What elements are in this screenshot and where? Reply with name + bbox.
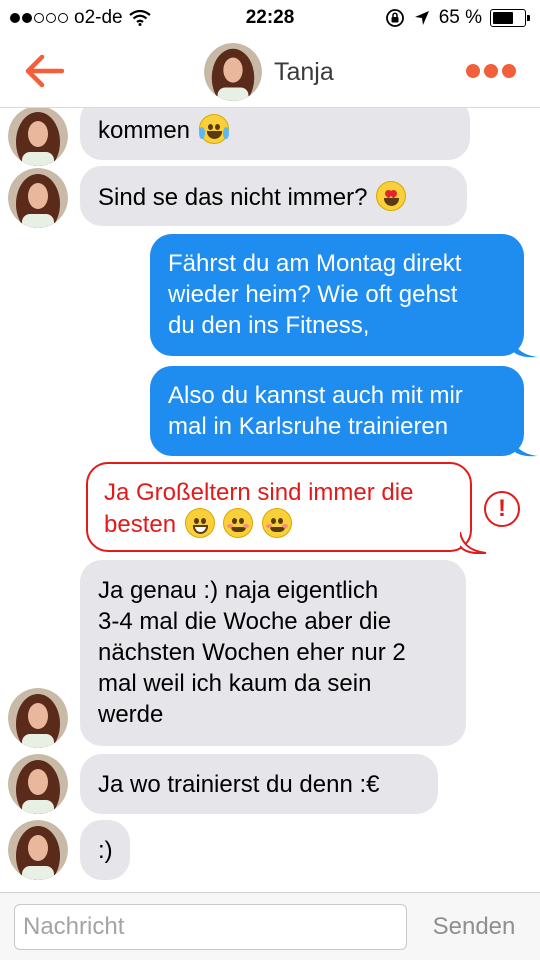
emoji-tear [198,127,205,139]
bubble-tail [512,336,538,358]
message-line: Also du kannst auch mit mir [168,382,463,409]
blush-emoji-icon [223,508,254,538]
message-bubble-incoming[interactable]: Sind se das nicht immer? [80,166,467,226]
emoji-cheek [243,524,250,528]
message-bubble-incoming[interactable]: kommen [80,108,470,160]
back-arrow-icon[interactable] [24,54,64,88]
message-line: 3-4 mal die Woche aber die [98,608,392,635]
message-line-text: besten [104,511,177,538]
bubble-tail [512,435,538,457]
blush-emoji-icon [262,508,293,538]
more-dots-icon[interactable] [466,64,516,78]
joy-tears-emoji-icon [198,114,229,144]
avatar[interactable] [8,688,68,748]
avatar[interactable] [8,820,68,880]
emoji-mouth [192,525,208,534]
heart-eyes-emoji-icon [376,181,407,211]
location-arrow-icon [414,11,429,25]
message-line: Fährst du am Montag direkt [168,250,462,277]
message-line: wieder heim? Wie oft gehst [168,281,458,308]
emoji-mouth [384,198,400,206]
status-bar: o2-de 22:28 65 % [0,0,540,36]
status-right: 65 % [385,7,530,29]
contact-name: Tanja [274,57,334,86]
message-line: mal in Karlsruhe trainieren [168,413,449,440]
message-bubble-outgoing[interactable]: Fährst du am Montag direkt wieder heim? … [150,234,524,356]
message-line: nächsten Wochen eher nur 2 [98,639,406,666]
message-bubble-incoming[interactable]: Ja wo trainierst du denn :€ [80,754,438,814]
emoji-tear [222,127,229,139]
message-bubble-incoming[interactable]: :) [80,820,130,880]
message-line: besten [104,508,454,540]
avatar[interactable] [8,754,68,814]
send-failed-icon[interactable]: ! [484,491,520,527]
message-list[interactable]: kommen Sind se das nicht immer? Fährst d… [0,108,540,892]
contact-info[interactable]: Tanja [204,43,334,101]
emoji-cheek [282,524,289,528]
message-text: :) [98,837,113,864]
contact-avatar[interactable] [204,43,262,101]
send-button[interactable]: Senden [418,904,530,950]
message-line: werde [98,701,164,728]
battery-icon [490,9,530,27]
avatar[interactable] [8,168,68,228]
message-text: Sind se das nicht immer? [98,184,368,211]
message-line: du den ins Fitness, [168,312,370,339]
message-text: Ja wo trainierst du denn :€ [98,771,380,798]
message-text: kommen [98,117,191,144]
more-dot [502,64,516,78]
message-composer: Senden [0,892,540,960]
more-dot [484,64,498,78]
battery-percentage: 65 % [438,7,482,28]
message-bubble-outgoing[interactable]: Also du kannst auch mit mir mal in Karls… [150,366,524,456]
battery-body [490,9,526,27]
more-dot [466,64,480,78]
message-line: Ja genau :) naja eigentlich [98,577,379,604]
message-input[interactable] [14,904,407,950]
chat-header: Tanja [0,36,540,108]
message-bubble-incoming[interactable]: Ja genau :) naja eigentlich 3-4 mal die … [80,560,466,746]
avatar[interactable] [8,108,68,166]
message-line: Ja Großeltern sind immer die [104,479,414,506]
battery-fill [493,12,513,24]
battery-tip [527,15,530,21]
message-bubble-failed[interactable]: Ja Großeltern sind immer die besten [86,462,472,552]
emoji-mouth [206,131,222,139]
rotation-lock-icon [385,9,404,27]
bubble-tail [460,532,486,554]
message-line: mal weil ich kaum da sein [98,670,372,697]
grinning-emoji-icon [184,508,215,538]
